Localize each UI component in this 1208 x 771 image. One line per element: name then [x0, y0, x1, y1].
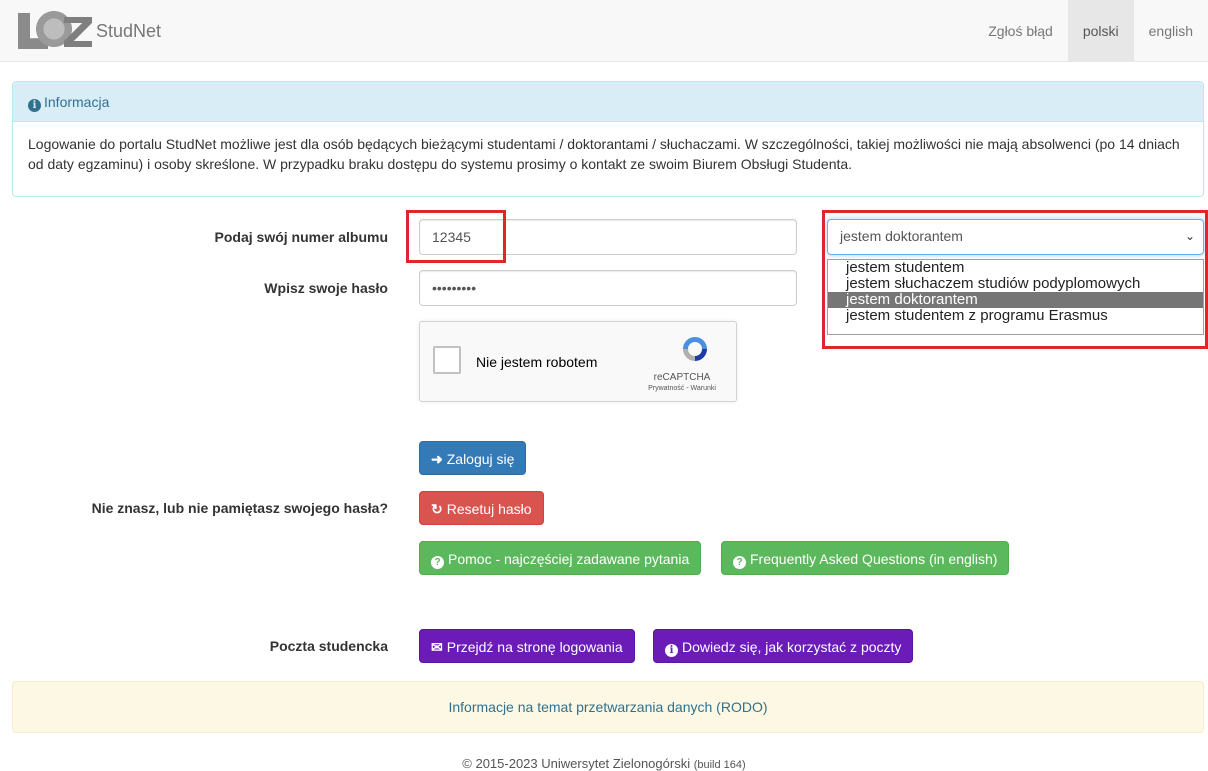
rodo-link[interactable]: Informacje na temat przetwarzania danych…	[448, 699, 767, 715]
info-text: Logowanie do portalu StudNet możliwe jes…	[28, 136, 1180, 172]
role-select-value: jestem doktorantem	[840, 228, 963, 244]
reset-button-label: Resetuj hasło	[446, 501, 532, 517]
recaptcha-logo-icon	[683, 337, 707, 361]
role-option-phd[interactable]: jestem doktorantem	[828, 292, 1203, 308]
mail-login-label: Przejdź na stronę logowania	[446, 639, 623, 655]
role-option-student[interactable]: jestem studentem	[828, 260, 1203, 276]
faq-polish-label: Pomoc - najczęściej zadawane pytania	[448, 551, 690, 567]
mail-login-button[interactable]: ✉ Przejdź na stronę logowania	[419, 629, 635, 663]
lang-english-link[interactable]: english	[1134, 0, 1208, 62]
recaptcha-label: Nie jestem robotem	[476, 354, 598, 370]
recaptcha-widget: Nie jestem robotem reCAPTCHA Prywatność …	[419, 321, 737, 402]
role-select[interactable]: jestem doktorantem ⌄	[827, 219, 1204, 255]
info-circle-icon: i	[28, 99, 41, 112]
faq-english-button[interactable]: ? Frequently Asked Questions (in english)	[721, 541, 1010, 575]
build-number: (build 164)	[693, 759, 746, 771]
album-number-label: Podaj swój numer albumu	[214, 229, 388, 245]
reset-password-label: Nie znasz, lub nie pamiętasz swojego has…	[91, 500, 388, 516]
copyright-text: © 2015-2023 Uniwersytet Zielonogórski	[462, 756, 691, 771]
info-title: Informacja	[44, 94, 110, 110]
sign-in-icon: ➜	[431, 451, 443, 467]
album-number-input[interactable]	[419, 219, 797, 255]
question-circle-icon: ?	[733, 556, 746, 569]
footer-copyright: © 2015-2023 Uniwersytet Zielonogórski (b…	[0, 756, 1208, 771]
refresh-icon: ↻	[431, 501, 443, 517]
info-panel: i Informacja Logowanie do portalu StudNet…	[12, 81, 1204, 197]
login-button[interactable]: ➜ Zaloguj się	[419, 441, 527, 475]
student-mail-label: Poczta studencka	[269, 638, 388, 654]
question-circle-icon: ?	[431, 556, 444, 569]
report-bug-link[interactable]: Zgłoś błąd	[973, 0, 1068, 62]
login-button-label: Zaloguj się	[446, 451, 515, 467]
brand-name: StudNet	[96, 20, 162, 41]
recaptcha-links[interactable]: Prywatność - Warunki	[634, 385, 730, 392]
nav-links: Zgłoś błąd polski english	[973, 0, 1208, 62]
recaptcha-checkbox[interactable]	[433, 346, 461, 374]
mail-help-button[interactable]: i Dowiedz się, jak korzystać z poczty	[653, 629, 914, 663]
rodo-panel: Informacje na temat przetwarzania danych…	[12, 681, 1204, 733]
faq-english-label: Frequently Asked Questions (in english)	[750, 551, 998, 567]
chevron-down-icon: ⌄	[1184, 229, 1195, 243]
password-input[interactable]	[419, 270, 797, 306]
envelope-icon: ✉	[431, 639, 443, 655]
info-circle-icon: i	[665, 644, 678, 657]
university-logo	[18, 9, 92, 53]
faq-polish-button[interactable]: ? Pomoc - najczęściej zadawane pytania	[419, 541, 702, 575]
password-label: Wpisz swoje hasło	[264, 280, 388, 296]
lang-polish-link[interactable]: polski	[1067, 0, 1134, 62]
navbar: StudNet Zgłoś błąd polski english	[0, 0, 1208, 62]
recaptcha-brand: reCAPTCHA	[653, 372, 711, 383]
info-panel-heading: i Informacja	[13, 82, 1203, 122]
reset-password-button[interactable]: ↻ Resetuj hasło	[419, 491, 544, 525]
role-option-postgraduate[interactable]: jestem słuchaczem studiów podyplomowych	[828, 276, 1203, 292]
role-dropdown-list: jestem studentem jestem słuchaczem studi…	[827, 259, 1204, 335]
brand-link[interactable]: StudNet	[18, 8, 161, 54]
role-option-erasmus[interactable]: jestem studentem z programu Erasmus	[828, 308, 1203, 324]
mail-help-label: Dowiedz się, jak korzystać z poczty	[682, 639, 902, 655]
